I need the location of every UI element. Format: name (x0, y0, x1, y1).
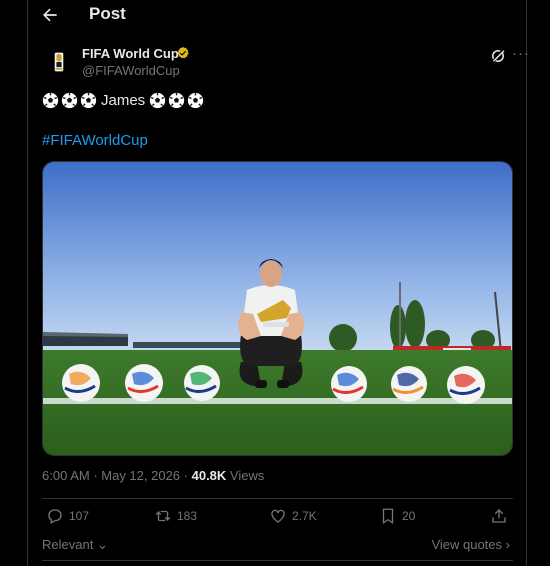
reply-count: 107 (69, 509, 90, 523)
soccer-ball-icon (61, 92, 78, 109)
hashtag-link[interactable]: #FIFAWorldCup (42, 132, 148, 149)
post-header: Post (28, 0, 526, 30)
soccer-ball-emoji-group (149, 92, 204, 109)
chevron-right-icon: › (505, 537, 510, 552)
chevron-down-icon: ⌄ (96, 537, 108, 552)
more-options-button[interactable]: ··· (512, 45, 530, 65)
grok-icon[interactable] (489, 47, 507, 65)
back-button[interactable] (38, 4, 62, 26)
like-button[interactable]: 2.7K (269, 507, 317, 525)
soccer-ball-icon (150, 92, 166, 109)
like-count: 2.7K (292, 509, 317, 523)
repost-icon (155, 510, 171, 522)
bookmark-icon (382, 508, 394, 525)
post-author: FIFA World Cup @FIFAWorldCup ··· (42, 44, 529, 80)
soccer-ball-icon (42, 92, 59, 109)
views-count[interactable]: 40.8K (192, 468, 227, 483)
world-cup-trophy-icon (54, 52, 64, 72)
tweet-text: James (42, 92, 204, 109)
action-bar: 107 183 2.7K 20 (42, 507, 513, 531)
meta-separator: · (89, 468, 102, 483)
page-title: Post (89, 4, 126, 23)
post-time[interactable]: 6:00 AM (42, 468, 90, 483)
bookmark-button[interactable]: 20 (379, 507, 415, 525)
reply-icon (48, 509, 62, 524)
divider (42, 498, 513, 499)
share-icon (492, 509, 506, 523)
views-label: Views (226, 468, 265, 483)
more-dots-icon: ··· (512, 45, 530, 62)
author-name[interactable]: FIFA World Cup (82, 46, 179, 61)
tweet-text-name: James (101, 92, 146, 109)
verified-badge-icon (177, 46, 189, 59)
soccer-ball-emoji-group (42, 92, 97, 109)
photo-scene (43, 162, 512, 455)
heart-icon (271, 509, 285, 523)
post-column: Post FIFA World Cup @FIFAWorldCup ··· Ja… (27, 0, 529, 566)
reply-button[interactable]: 107 (46, 507, 89, 525)
bookmark-count: 20 (402, 509, 416, 523)
soccer-ball-icon (80, 92, 97, 109)
post-photo[interactable] (42, 161, 513, 456)
repost-count: 183 (177, 509, 198, 523)
share-button[interactable] (490, 507, 508, 525)
repost-button[interactable]: 183 (154, 507, 197, 525)
arrow-left-icon (43, 8, 57, 22)
author-handle[interactable]: @FIFAWorldCup (82, 63, 180, 78)
divider (42, 560, 513, 561)
view-quotes-label: View quotes (431, 537, 503, 552)
soccer-ball-icon (169, 92, 185, 109)
avatar[interactable] (45, 48, 73, 76)
soccer-ball-icon (188, 92, 204, 109)
view-quotes-link[interactable]: View quotes › (431, 537, 510, 552)
reply-sort-label: Relevant (42, 537, 94, 552)
post-meta: 6:00 AM · May 12, 2026 · 40.8K Views (42, 468, 264, 483)
meta-separator: · (180, 468, 192, 483)
post-date[interactable]: May 12, 2026 (101, 468, 180, 483)
reply-sort-dropdown[interactable]: Relevant ⌄ (42, 537, 108, 553)
